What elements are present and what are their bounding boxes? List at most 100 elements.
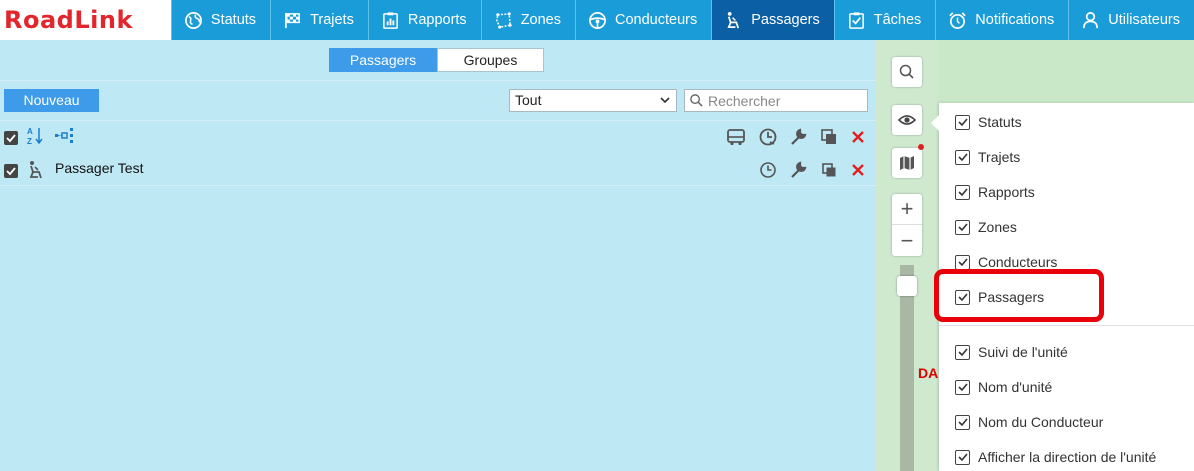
zones-icon [495,11,512,29]
eye-icon [898,115,916,125]
check-icon [957,223,968,232]
passengers-panel: Passagers Groupes Nouveau Tout AZ [0,40,876,471]
nav-item-label: Passagers [751,12,820,28]
filter-select[interactable]: Tout [509,89,677,112]
history-clock-icon[interactable] [758,127,778,147]
nav-item-label: Rapports [407,12,467,28]
map-icon [900,156,914,170]
new-passenger-button[interactable]: Nouveau [4,89,99,112]
group-tree-icon[interactable] [54,126,74,146]
check-icon [957,453,968,462]
notification-dot [918,144,924,150]
layer-option-trajets[interactable]: Trajets [955,147,1020,167]
layer-checkbox[interactable] [955,184,970,200]
nav-item-statuts[interactable]: Statuts [170,0,270,40]
history-clock-icon[interactable] [758,160,778,180]
map-search-button[interactable] [892,57,922,87]
table-row[interactable]: Passager Test [0,154,876,184]
divider [0,185,876,186]
bus-icon[interactable] [726,127,746,147]
passenger-name: Passager Test [55,160,144,176]
tab-passagers[interactable]: Passagers [329,48,437,72]
tab-groupes[interactable]: Groupes [437,48,544,72]
highlight-box [934,269,1104,322]
nav-item-label: Notifications [975,12,1055,28]
search-box[interactable] [684,89,868,112]
layer-option-statuts[interactable]: Statuts [955,112,1022,132]
nav-item-utilisateurs[interactable]: Utilisateurs [1068,0,1194,40]
chevron-down-icon [660,97,670,104]
layer-checkbox[interactable] [955,344,970,360]
divider [0,120,876,121]
zoom-control: + − [892,194,922,256]
layer-checkbox[interactable] [955,449,970,465]
filter-select-value: Tout [515,92,542,108]
check-icon [957,118,968,127]
map-label: DA [918,365,939,381]
search-icon [899,64,914,79]
layer-option-label: Rapports [978,184,1035,200]
layer-checkbox[interactable] [955,414,970,430]
copy-icon[interactable] [819,160,839,180]
seated-passenger-icon [727,11,740,28]
tab-switcher: Passagers Groupes [329,48,544,72]
check-icon [6,134,16,143]
zoom-in-button[interactable]: + [892,194,922,225]
top-navigation-bar: RoadLink Statuts Trajets Rapports Zones … [0,0,1194,40]
nav-item-rapports[interactable]: Rapports [367,0,481,40]
search-input[interactable] [708,92,858,109]
nav-item-label: Utilisateurs [1108,12,1180,28]
check-icon [957,383,968,392]
nav-item-notifications[interactable]: Notifications [935,0,1068,40]
svg-text:A: A [27,127,33,136]
map-layers-button[interactable] [892,148,922,178]
sort-alphabetical-icon[interactable]: AZ [26,126,46,146]
delete-icon[interactable] [848,127,868,147]
layer-checkbox[interactable] [955,254,970,270]
globe-icon [184,11,202,29]
layer-option-rapports[interactable]: Rapports [955,182,1035,202]
divider [939,325,1194,326]
layer-option-nom-conducteur[interactable]: Nom du Conducteur [955,412,1103,432]
wrench-icon[interactable] [788,127,808,147]
layer-option-direction-unite[interactable]: Afficher la direction de l'unité [955,447,1156,467]
nav-item-taches[interactable]: Tâches [833,0,936,40]
nav-item-label: Tâches [873,12,922,28]
roadlink-logo[interactable]: RoadLink [0,0,171,40]
main-nav: Statuts Trajets Rapports Zones Conducteu… [170,0,1194,40]
zoom-slider-handle[interactable] [897,276,917,296]
layer-checkbox[interactable] [955,379,970,395]
check-icon [957,188,968,197]
nav-item-label: Conducteurs [615,12,698,28]
select-all-checkbox[interactable] [4,131,18,145]
logo-text: RoadLink [4,6,133,34]
check-icon [6,167,16,176]
task-check-icon [848,11,864,29]
layer-option-nom-unite[interactable]: Nom d'unité [955,377,1052,397]
layer-option-suivi-unite[interactable]: Suivi de l'unité [955,342,1068,362]
check-icon [957,258,968,267]
layer-option-label: Zones [978,219,1017,235]
nav-item-conducteurs[interactable]: Conducteurs [575,0,711,40]
zoom-out-button[interactable]: − [892,225,922,256]
map-visibility-button[interactable] [892,105,922,135]
nav-item-label: Trajets [310,12,354,28]
nav-item-passagers[interactable]: Passagers [711,0,834,40]
delete-icon[interactable] [848,160,868,180]
layer-checkbox[interactable] [955,219,970,235]
steering-wheel-icon [589,11,606,29]
layer-option-label: Nom d'unité [978,379,1053,395]
layer-checkbox[interactable] [955,114,970,130]
nav-item-zones[interactable]: Zones [480,0,575,40]
layer-option-label: Nom du Conducteur [978,414,1104,430]
wrench-icon[interactable] [788,160,808,180]
user-icon [1083,11,1099,28]
check-icon [957,418,968,427]
row-checkbox[interactable] [4,164,18,178]
copy-icon[interactable] [819,127,839,147]
layer-option-zones[interactable]: Zones [955,217,1017,237]
nav-item-label: Zones [520,12,561,28]
layer-checkbox[interactable] [955,149,970,165]
nav-item-trajets[interactable]: Trajets [270,0,368,40]
svg-text:Z: Z [27,137,32,146]
